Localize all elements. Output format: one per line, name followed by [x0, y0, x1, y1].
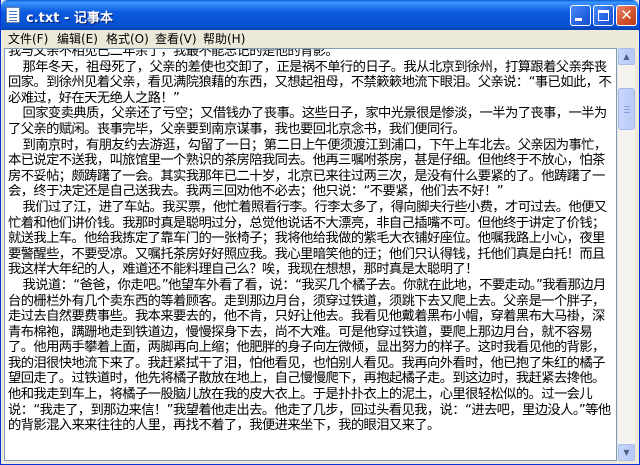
window-title: c.txt - 记事本: [26, 11, 113, 26]
menu-bar: 文件(F) 编辑(E) 格式(O) 查看(V) 帮助(H): [1, 30, 639, 48]
menu-view[interactable]: 查看(V): [155, 31, 197, 47]
title-bar[interactable]: c.txt - 记事本 ✕: [1, 0, 639, 30]
minimize-icon: [575, 18, 582, 21]
vertical-scrollbar[interactable]: ▲ ▼: [617, 48, 635, 461]
scroll-down-icon: ▼: [623, 448, 630, 457]
thumb-grip-icon: [624, 109, 630, 110]
thumb-grip-icon: [624, 106, 630, 107]
text-editor[interactable]: 我与父亲不相见已二年余了，我最不能忘记的是他的背影。 那年冬天，祖母死了，父亲的…: [4, 48, 617, 461]
menu-edit[interactable]: 编辑(E): [57, 31, 98, 47]
maximize-button[interactable]: [593, 5, 614, 26]
menu-file[interactable]: 文件(F): [8, 31, 48, 47]
menu-format[interactable]: 格式(O): [106, 31, 149, 47]
scroll-down-button[interactable]: ▼: [618, 444, 635, 461]
scroll-thumb[interactable]: [618, 88, 635, 130]
notepad-window: c.txt - 记事本 ✕ 文件(F) 编辑(E) 格式(O) 查看(V) 帮助…: [0, 0, 640, 465]
thumb-grip-icon: [624, 112, 630, 113]
scroll-up-button[interactable]: ▲: [618, 48, 635, 65]
close-button[interactable]: ✕: [616, 5, 637, 26]
notepad-icon[interactable]: [6, 7, 20, 23]
maximize-icon: [598, 10, 609, 21]
minimize-button[interactable]: [570, 5, 591, 26]
document-text[interactable]: 我与父亲不相见已二年余了，我最不能忘记的是他的背影。 那年冬天，祖母死了，父亲的…: [8, 49, 613, 434]
close-icon: ✕: [620, 6, 633, 24]
menu-help[interactable]: 帮助(H): [203, 31, 245, 47]
scroll-up-icon: ▲: [623, 52, 630, 61]
